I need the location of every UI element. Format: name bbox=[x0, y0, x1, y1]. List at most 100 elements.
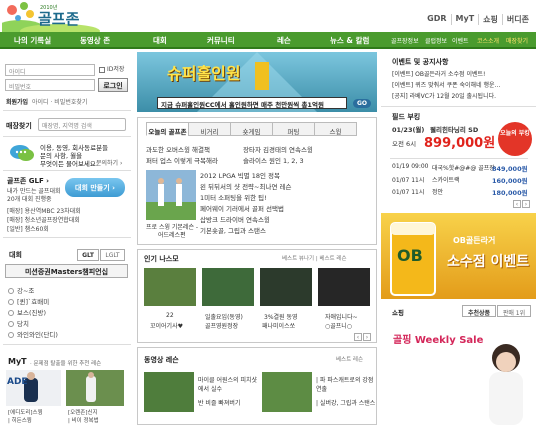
headline-link[interactable]: 퍼터 업스 이렇게 극복해라 bbox=[146, 155, 218, 165]
popular-thumb[interactable] bbox=[144, 268, 196, 306]
radio-icon[interactable] bbox=[8, 310, 14, 316]
nav-lesson[interactable]: 레슨 bbox=[277, 35, 291, 46]
radio-icon[interactable] bbox=[8, 332, 14, 338]
checkbox-icon[interactable] bbox=[99, 66, 105, 73]
event-item[interactable]: [이벤트] 퀴즈 맞춰서 쿠폰 숙이해네 행운... bbox=[392, 80, 500, 89]
create-tournament-button[interactable]: 대회 만들기 › bbox=[65, 178, 125, 197]
join-link[interactable]: 회원가입 bbox=[6, 97, 28, 106]
popular-caption[interactable]: 22 bbox=[166, 312, 174, 319]
deal-row-name[interactable]: 대국%핫#@#@ 골프장 bbox=[432, 163, 495, 172]
today-item[interactable]: 삽방크 드라이버 연속스윙 bbox=[200, 214, 270, 224]
popular-caption[interactable]: 패나미이스쏘 bbox=[262, 321, 295, 330]
tab-swing[interactable]: 스윙 bbox=[314, 122, 357, 136]
banner-go-button[interactable]: GO bbox=[352, 99, 371, 108]
save-id-checkbox[interactable]: ID저장 bbox=[99, 64, 124, 73]
nav-news-column[interactable]: 뉴스 & 칼럼 bbox=[330, 35, 369, 46]
popular-caption[interactable]: ○골프니○ bbox=[325, 321, 352, 330]
tab-recommended[interactable]: 추천상품 bbox=[462, 305, 496, 317]
top-link-buddyzone[interactable]: 버디존 bbox=[501, 14, 533, 25]
rank-item[interactable]: 당치 bbox=[8, 318, 29, 328]
lesson-thumb[interactable] bbox=[146, 170, 196, 220]
nav-club-info[interactable]: 클럽정보 bbox=[425, 36, 447, 45]
tab-short-game[interactable]: 숏게임 bbox=[230, 122, 273, 136]
login-button[interactable]: 로그인 bbox=[98, 78, 128, 92]
event-item[interactable]: [이벤트] OB골든라거 소수점 이벤트! bbox=[392, 69, 485, 78]
popular-caption[interactable]: 일출요입(동영) bbox=[205, 312, 243, 321]
id-input[interactable]: 아이디 bbox=[5, 64, 95, 76]
prev-icon[interactable]: ‹ bbox=[354, 333, 362, 341]
tab-putting[interactable]: 퍼팅 bbox=[272, 122, 315, 136]
find-account-link[interactable]: 아이디 · 비밀번호찾기 bbox=[32, 97, 87, 106]
radio-icon[interactable] bbox=[8, 321, 14, 327]
today-item[interactable]: 왼 뒤뒤서의 샷 전략~최나연 레슨 bbox=[200, 181, 291, 191]
shop-title[interactable]: 쇼핑 bbox=[392, 307, 404, 317]
thumb-caption[interactable]: 어드레스편 bbox=[158, 230, 186, 239]
video-item[interactable]: 마이클 어원스의 피치샷에서 실수 bbox=[198, 375, 258, 393]
myt-caption[interactable]: [오렌존]신지 bbox=[68, 408, 98, 416]
rank-item[interactable]: 보스(진방) bbox=[8, 307, 46, 317]
popular-caption[interactable]: 3%결원 동영 bbox=[264, 312, 298, 321]
deal-row-name[interactable]: 정안 bbox=[432, 187, 443, 196]
tab-distance[interactable]: 비거리 bbox=[188, 122, 231, 136]
video-thumb[interactable] bbox=[262, 372, 312, 412]
next-icon[interactable]: › bbox=[363, 333, 371, 341]
myt-caption[interactable]: | 비이 정복법 bbox=[68, 416, 99, 424]
nav-store-find[interactable]: 매장찾기 bbox=[506, 36, 528, 45]
logo-text[interactable]: 골프존 bbox=[38, 8, 79, 29]
prev-icon[interactable]: ‹ bbox=[513, 200, 521, 208]
video-thumb[interactable] bbox=[144, 372, 194, 412]
glf-item[interactable]: [일반] 챔스60회 bbox=[7, 224, 49, 233]
popular-thumb[interactable] bbox=[202, 268, 254, 306]
rank-item[interactable]: 와인와인(단디) bbox=[8, 329, 58, 339]
popular-caption[interactable]: 꼬이어기사♥ bbox=[150, 321, 183, 330]
popular-thumb[interactable] bbox=[318, 268, 370, 306]
headline-link[interactable]: 슬라이스 원인 1, 2, 3 bbox=[243, 155, 304, 165]
nav-video-zone[interactable]: 동영상 존 bbox=[80, 35, 110, 46]
myt-title[interactable]: MyT bbox=[8, 357, 27, 366]
today-item[interactable]: 페어웨이 기러에서 골퍼 선택법 bbox=[200, 203, 284, 213]
myt-caption[interactable]: | 히든스윙 bbox=[8, 416, 32, 424]
nav-course-info[interactable]: 골프장정보 bbox=[391, 36, 419, 45]
glf-item[interactable]: [매장] 용산역MBC 23차대회 bbox=[7, 206, 81, 215]
selected-tournament[interactable]: 미션증권Masters챔피언십 bbox=[5, 264, 128, 278]
today-item[interactable]: 2012 LPGA 빅별 18인 정복 bbox=[200, 170, 280, 180]
rank-item[interactable]: 강~조 bbox=[8, 285, 34, 295]
top-link-gdr[interactable]: GDR bbox=[423, 14, 450, 25]
video-item[interactable]: 반 비즐 빠져버기 bbox=[198, 398, 240, 407]
top-link-shop[interactable]: 쇼핑 bbox=[478, 14, 502, 25]
video-lesson-title[interactable]: 동영상 레슨 bbox=[144, 355, 179, 365]
myt-thumb-1[interactable]: ADE bbox=[6, 370, 61, 406]
tab-today[interactable]: 오늘의 골프존 bbox=[146, 122, 189, 136]
inquiry-link[interactable]: 문의하기 › bbox=[96, 158, 122, 167]
password-input[interactable]: 비밀번호 bbox=[5, 79, 95, 91]
myt-thumb-2[interactable] bbox=[66, 370, 124, 406]
rank-item[interactable]: [퀸]`효배미 bbox=[8, 296, 49, 306]
tab-best-seller[interactable]: 판매 1위 bbox=[497, 305, 531, 317]
video-item[interactable]: | 실버강, 그립과 스탠스 bbox=[316, 398, 375, 407]
deals-title[interactable]: 필드 부킹 bbox=[392, 112, 420, 122]
nav-event[interactable]: 이벤트 bbox=[452, 36, 469, 45]
tab-lglt[interactable]: LGLT bbox=[100, 249, 125, 261]
glf-item[interactable]: [매장] 청소년골프장연합대회 bbox=[7, 215, 80, 224]
headline-link[interactable]: 과도한 오버스윙 해결책 bbox=[146, 144, 210, 154]
today-item[interactable]: 1미터 소퍼팅을 위한 팁! bbox=[200, 192, 267, 202]
popular-thumb[interactable] bbox=[260, 268, 312, 306]
zone-glf-title[interactable]: 골프존 GLF › bbox=[7, 176, 49, 186]
popular-caption[interactable]: 골프영원정장 bbox=[205, 321, 238, 330]
nav-course-intro[interactable]: 코스소개 bbox=[477, 36, 499, 45]
radio-icon[interactable] bbox=[8, 299, 14, 305]
super-hole-in-one-banner[interactable]: 슈퍼홀인원 지금 슈퍼홀인원CC에서 홀인원하면 매주 천만원씩 총1억원 GO bbox=[137, 52, 377, 112]
top-link-myt[interactable]: MyT bbox=[450, 14, 479, 25]
weekly-sale[interactable]: 골핑 Weekly Sale bbox=[381, 318, 536, 425]
headline-link[interactable]: 장타자 김경태의 연속스윙 bbox=[243, 144, 313, 154]
popular-caption[interactable]: 자애입니다~ bbox=[325, 312, 358, 321]
ob-lager-ad[interactable]: OB OB골든라거 소수점 이벤트 bbox=[381, 213, 536, 299]
nav-community[interactable]: 커뮤니티 bbox=[207, 35, 235, 46]
popular-title[interactable]: 인기 나스모 bbox=[144, 254, 179, 264]
event-item[interactable]: [공지] 라베VC가 12월 20일 출시됩니다. bbox=[392, 91, 496, 100]
video-item[interactable]: | 파 파스캐트로의 강점 연출 bbox=[316, 375, 374, 393]
popular-meta[interactable]: 베스트 뷰나기 | 베스트 레슨 bbox=[282, 254, 347, 262]
deal-row-name[interactable]: 스카이트랙 bbox=[432, 175, 460, 184]
nav-tournament[interactable]: 대회 bbox=[153, 35, 167, 46]
today-item[interactable]: 기본숏골, 그립과 스탠스 bbox=[200, 225, 266, 235]
